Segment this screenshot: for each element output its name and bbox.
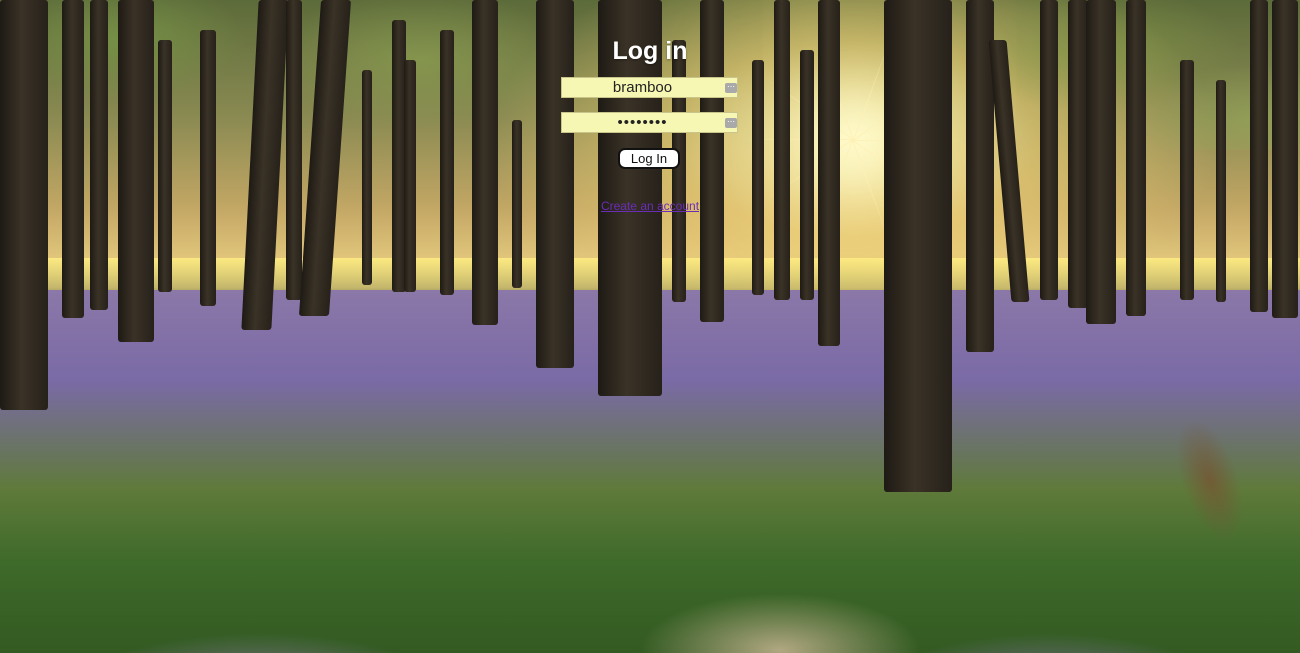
login-button[interactable]: Log In bbox=[618, 148, 680, 169]
password-field[interactable] bbox=[561, 112, 738, 133]
key-icon[interactable]: ⋯ bbox=[725, 118, 737, 128]
key-icon[interactable]: ⋯ bbox=[725, 83, 737, 93]
page-title: Log in bbox=[612, 37, 688, 65]
create-account-link[interactable]: Create an account bbox=[0, 199, 1300, 213]
login-form: Log in ⋯ ⋯ Log In Create an account bbox=[0, 0, 1300, 653]
username-field[interactable] bbox=[561, 77, 738, 98]
